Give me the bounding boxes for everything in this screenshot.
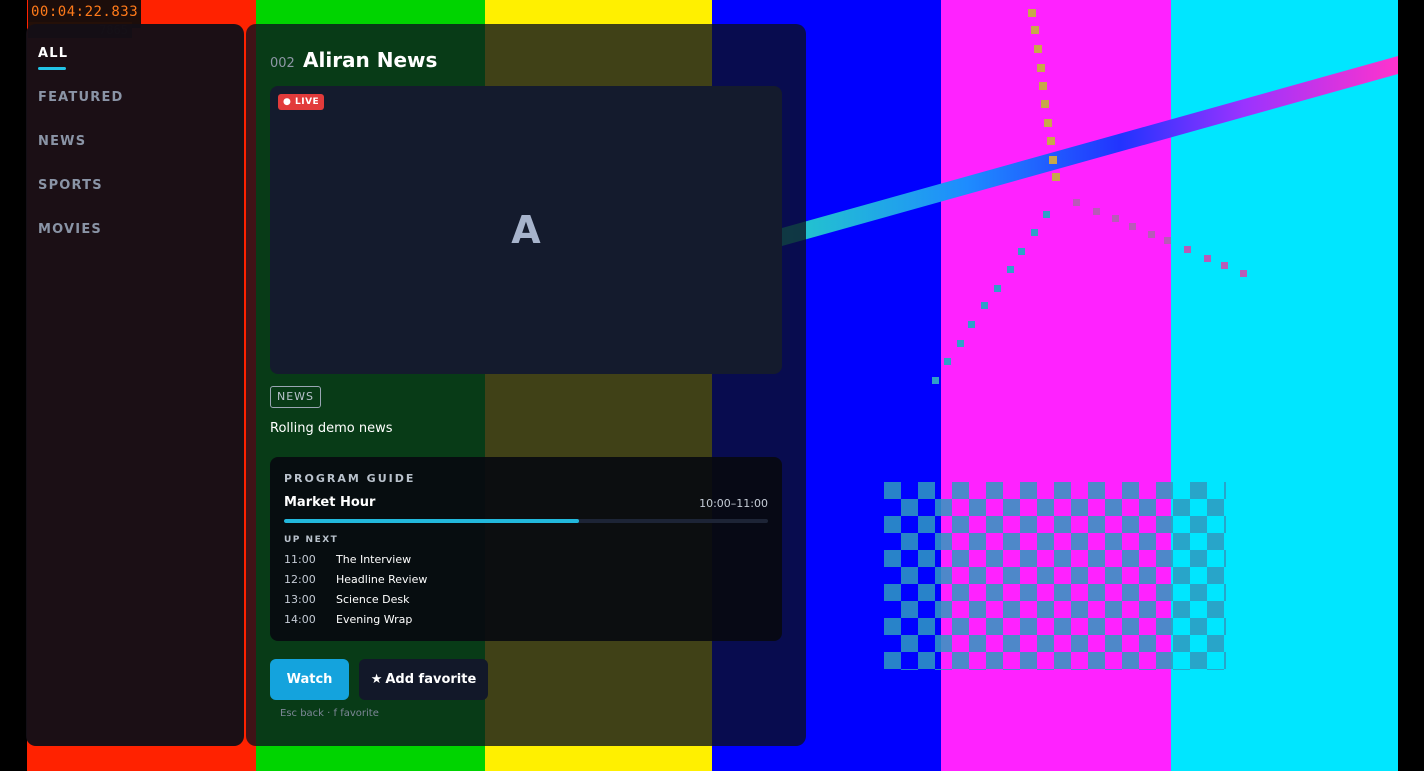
category-sidebar: ALL FEATURED NEWS SPORTS MOVIES	[26, 24, 244, 746]
sidebar-item-featured[interactable]: FEATURED	[38, 90, 124, 105]
sidebar-item-movies[interactable]: MOVIES	[38, 222, 102, 237]
checkerboard	[884, 482, 1226, 670]
up-next-title: Headline Review	[336, 573, 428, 586]
up-next-time: 11:00	[284, 553, 316, 566]
program-guide-heading: PROGRAM GUIDE	[284, 472, 416, 485]
star-icon: ★	[370, 672, 383, 687]
active-category-indicator	[38, 67, 66, 70]
program-guide: PROGRAM GUIDE Market Hour 10:00–11:00 UP…	[270, 457, 782, 641]
channel-description: Rolling demo news	[270, 421, 393, 436]
up-next-time: 14:00	[284, 613, 316, 626]
sidebar-item-all[interactable]: ALL	[38, 46, 68, 61]
up-next-title: The Interview	[336, 553, 412, 566]
add-favorite-button[interactable]: ★ Add favorite	[359, 659, 488, 700]
genre-tag: NEWS	[270, 386, 322, 408]
tv-screen: 00:04:22.833 7865 ALL FEATURED NEWS SPOR…	[0, 0, 1424, 771]
up-next-time: 12:00	[284, 573, 316, 586]
sidebar-item-news[interactable]: NEWS	[38, 134, 86, 149]
current-program-title: Market Hour	[284, 495, 376, 510]
up-next-heading: UP NEXT	[284, 535, 339, 545]
channel-logo-placeholder: A	[511, 208, 541, 252]
channel-detail-panel: 002 Aliran News ● LIVE A NEWS Rolling de…	[246, 24, 806, 746]
dot-trail	[932, 9, 1247, 384]
current-program-time: 10:00–11:00	[699, 497, 768, 510]
program-progress-bar	[284, 519, 768, 523]
up-next-title: Science Desk	[336, 593, 410, 606]
watch-button[interactable]: Watch	[270, 659, 349, 700]
channel-title: Aliran News	[303, 48, 438, 72]
channel-preview[interactable]: ● LIVE A	[270, 86, 782, 374]
up-next-title: Evening Wrap	[336, 613, 413, 626]
channel-number: 002	[270, 56, 295, 71]
up-next-time: 13:00	[284, 593, 316, 606]
keyboard-hint: Esc back · f favorite	[280, 708, 379, 719]
add-favorite-label: Add favorite	[385, 672, 477, 687]
diagonal-beam	[782, 56, 1398, 246]
program-progress-fill	[284, 519, 580, 523]
sidebar-item-sports[interactable]: SPORTS	[38, 178, 103, 193]
